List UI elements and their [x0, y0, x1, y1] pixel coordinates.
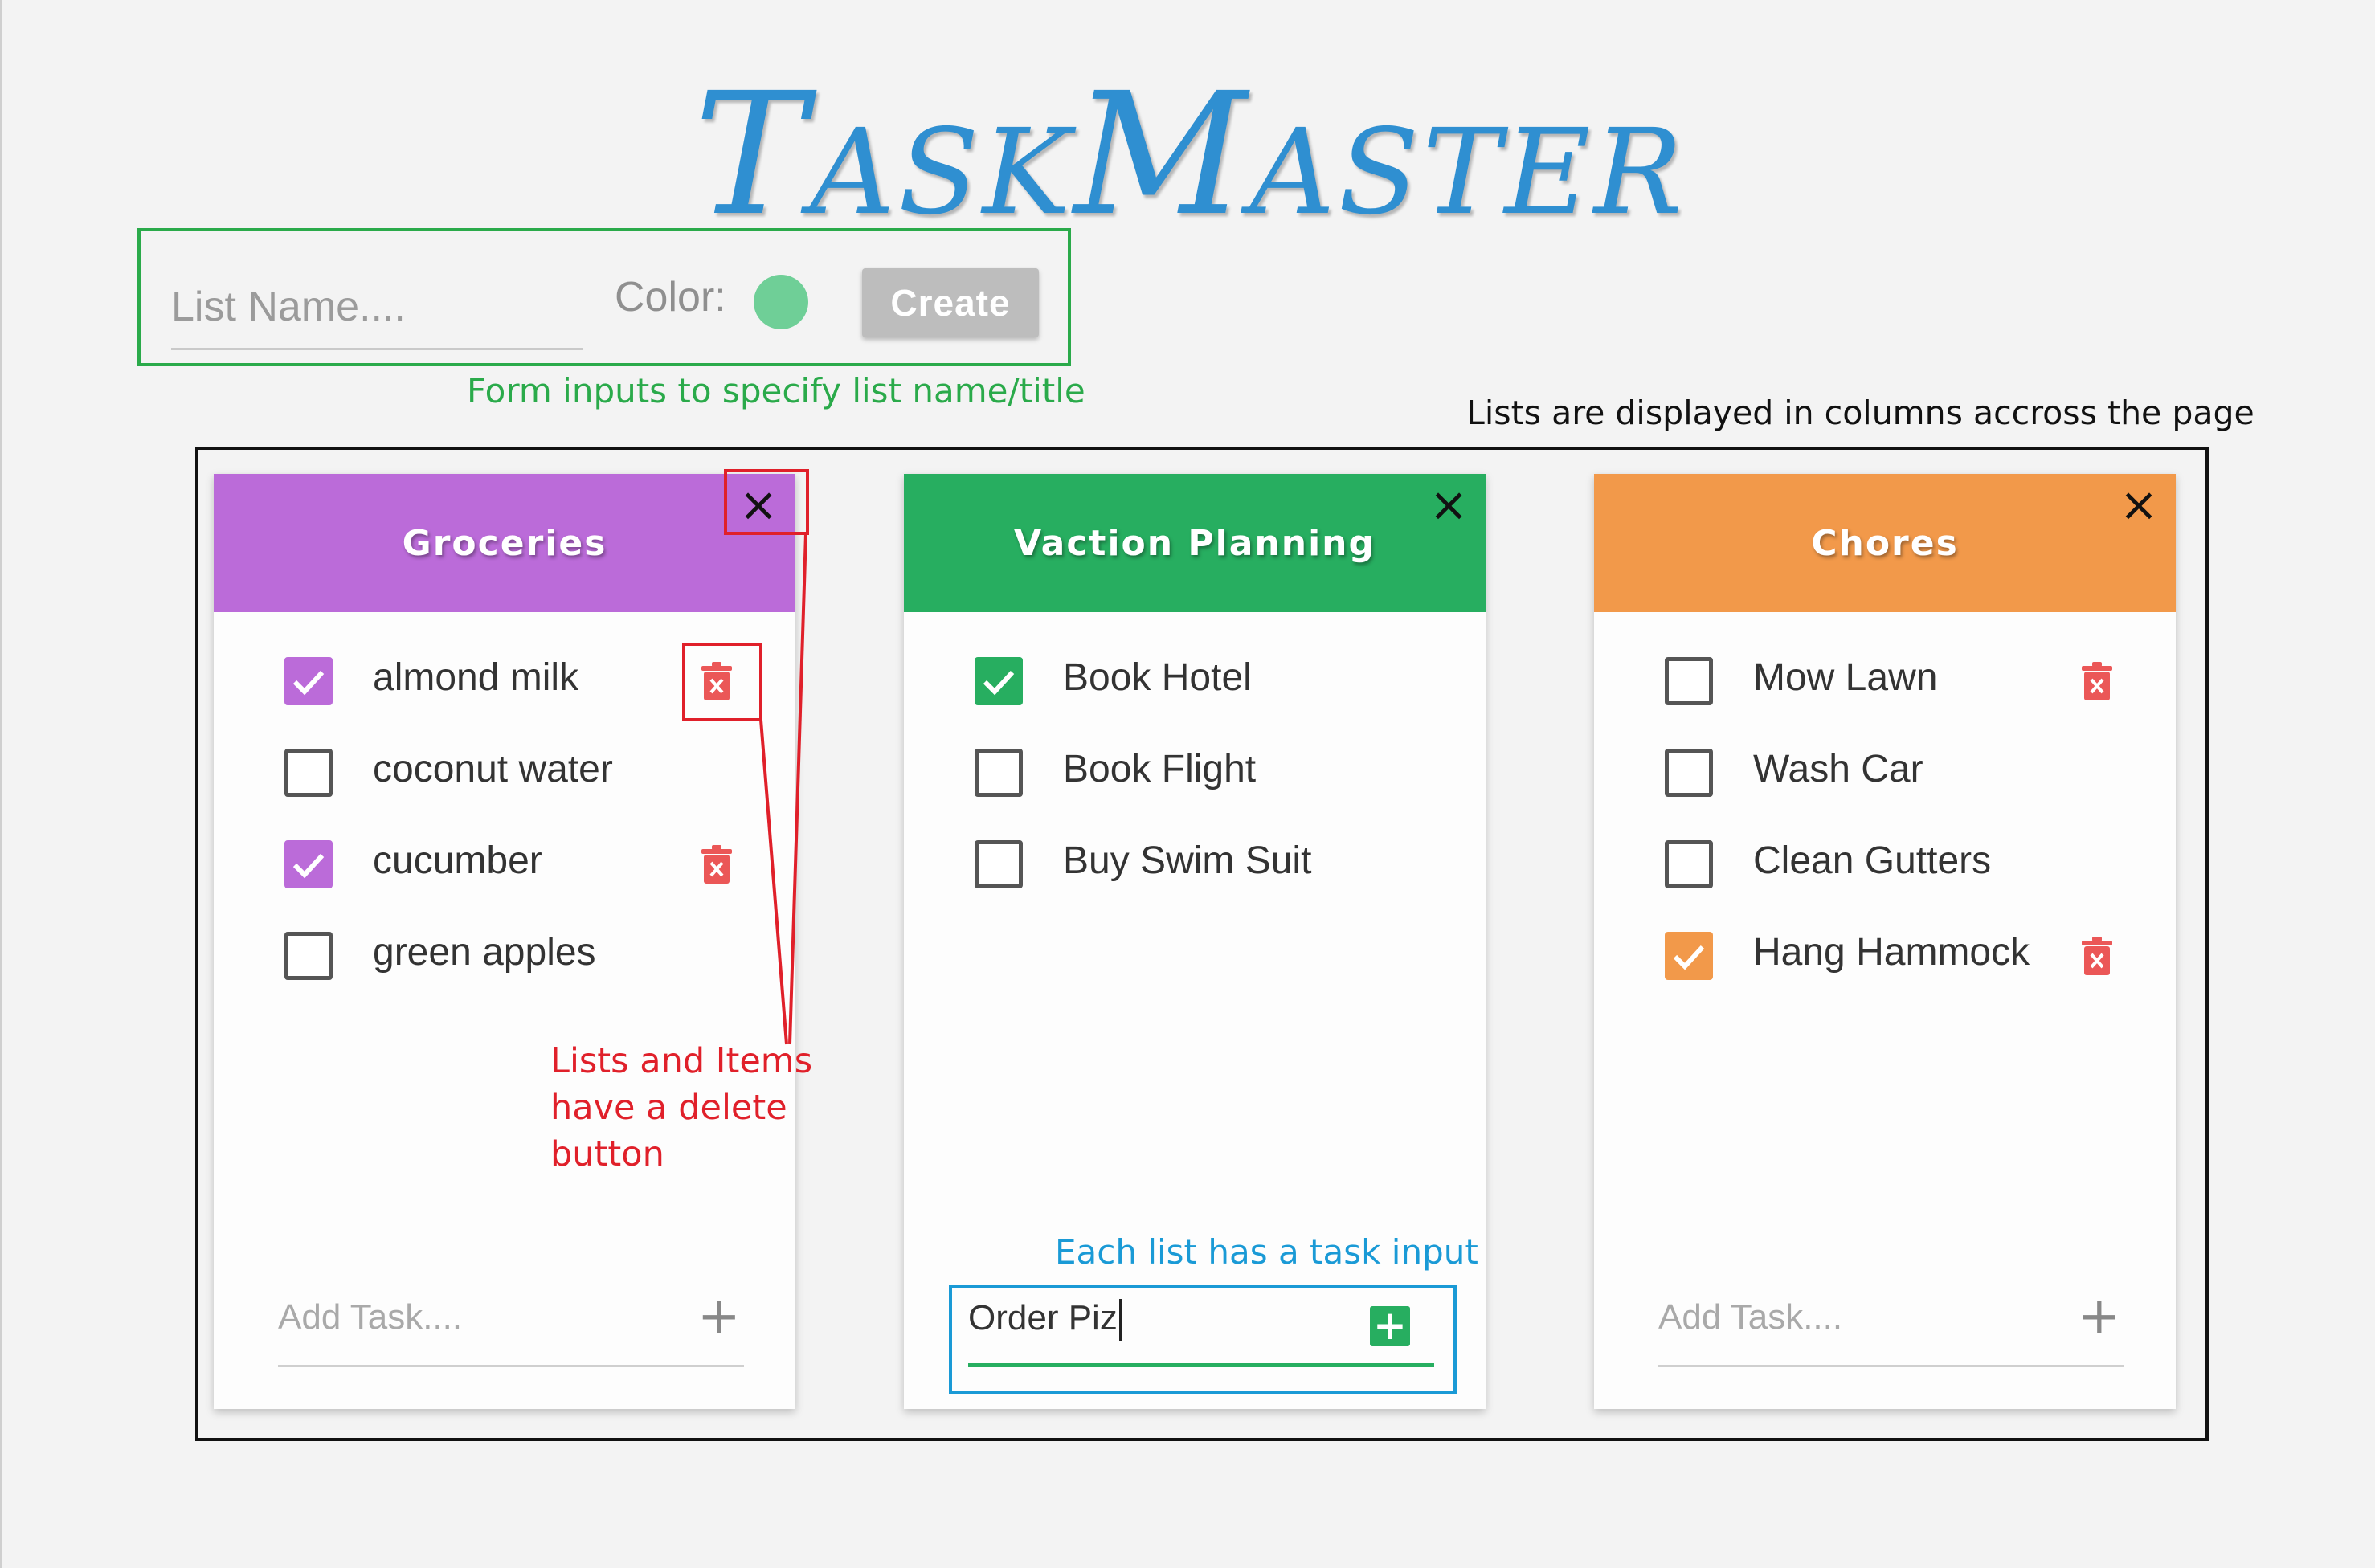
list-header: Chores × — [1594, 474, 2176, 612]
task-item: Hang Hammock — [1594, 925, 2176, 990]
list-title: Chores — [1811, 522, 1959, 564]
task-item: Book Hotel — [904, 651, 1486, 715]
checkbox-checked[interactable] — [284, 840, 333, 888]
task-text: Mow Lawn — [1753, 656, 1938, 699]
color-label: Color: — [615, 274, 726, 321]
check-icon — [284, 657, 333, 705]
checkbox[interactable] — [284, 749, 333, 797]
task-input-annotation-box — [949, 1285, 1457, 1394]
trash-annotation-box — [682, 643, 762, 721]
trash-icon[interactable] — [701, 845, 733, 885]
checkbox[interactable] — [975, 840, 1023, 888]
task-text: coconut water — [373, 748, 613, 790]
add-task-row: + — [1658, 1277, 2124, 1367]
trash-icon[interactable] — [2081, 662, 2113, 702]
form-annotation-note: Form inputs to specify list name/title — [467, 371, 1085, 410]
task-item: Wash Car — [1594, 742, 2176, 806]
add-task-row: + — [278, 1277, 744, 1367]
color-picker[interactable] — [754, 275, 808, 329]
task-text: Book Flight — [1063, 748, 1257, 790]
list-name-input[interactable] — [171, 265, 583, 350]
task-text: Book Hotel — [1063, 656, 1252, 699]
add-task-input[interactable] — [1658, 1277, 2052, 1358]
plus-icon[interactable]: + — [697, 1291, 741, 1342]
task-item: cucumber — [214, 834, 795, 898]
task-item: coconut water — [214, 742, 795, 806]
delete-note-line: have a delete — [550, 1088, 787, 1128]
task-text: almond milk — [373, 656, 579, 699]
trash-icon[interactable] — [2081, 937, 2113, 977]
delete-note-line: button — [550, 1134, 664, 1174]
task-item: Book Flight — [904, 742, 1486, 806]
checkbox[interactable] — [284, 932, 333, 980]
list-card-groceries: Groceries × almond milk coconut water cucu… — [214, 474, 795, 1409]
check-icon — [284, 840, 333, 888]
columns-annotation-note: Lists are displayed in columns accross t… — [1466, 394, 2254, 432]
checkbox[interactable] — [975, 749, 1023, 797]
checkbox[interactable] — [1665, 749, 1713, 797]
close-icon[interactable]: × — [1426, 481, 1471, 528]
close-icon[interactable]: × — [2116, 481, 2161, 528]
check-icon — [1665, 932, 1713, 980]
task-input-annotation-note: Each list has a task input — [1055, 1232, 1478, 1272]
plus-icon[interactable]: + — [2078, 1291, 2121, 1342]
task-text: green apples — [373, 931, 596, 974]
list-title: Groceries — [402, 522, 607, 564]
check-icon — [975, 657, 1023, 705]
checkbox-checked[interactable] — [1665, 932, 1713, 980]
list-card-chores: Chores × Mow Lawn Wash Car Clean Gutters Ha… — [1594, 474, 2176, 1409]
task-item: Buy Swim Suit — [904, 834, 1486, 898]
checkbox[interactable] — [1665, 657, 1713, 705]
app-title: TaskMaster — [693, 56, 1686, 253]
task-item: green apples — [214, 925, 795, 990]
task-text: Buy Swim Suit — [1063, 839, 1312, 882]
delete-note-line: Lists and Items — [550, 1041, 813, 1081]
checkbox-checked[interactable] — [284, 657, 333, 705]
task-text: cucumber — [373, 839, 542, 882]
create-button[interactable]: Create — [862, 268, 1039, 337]
list-header: Vaction Planning × — [904, 474, 1486, 612]
task-text: Clean Gutters — [1753, 839, 1992, 882]
delete-annotation-note: Lists and Items have a delete button — [550, 1038, 812, 1178]
list-header: Groceries × — [214, 474, 795, 612]
task-item: Mow Lawn — [1594, 651, 2176, 715]
task-text: Hang Hammock — [1753, 931, 2030, 974]
task-item: Clean Gutters — [1594, 834, 2176, 898]
list-title: Vaction Planning — [1014, 522, 1376, 564]
add-task-input[interactable] — [278, 1277, 672, 1358]
task-text: Wash Car — [1753, 748, 1923, 790]
checkbox-checked[interactable] — [975, 657, 1023, 705]
checkbox[interactable] — [1665, 840, 1713, 888]
close-annotation-box — [724, 469, 809, 535]
